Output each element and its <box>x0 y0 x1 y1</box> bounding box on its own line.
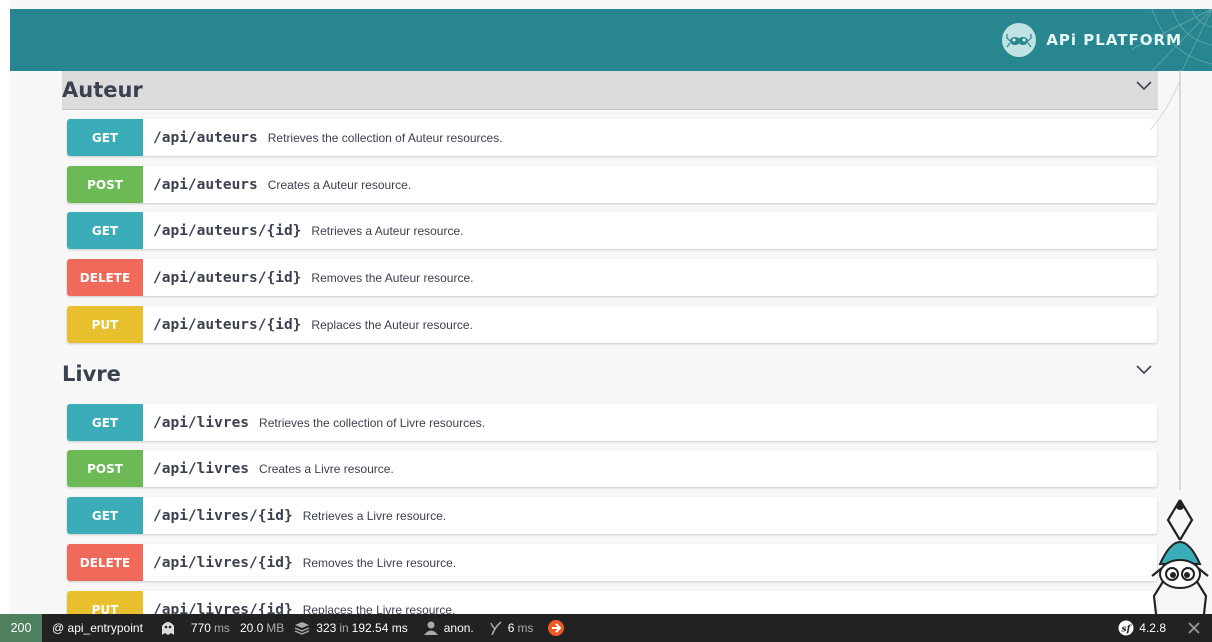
api-platform-logo[interactable]: APi PLATFORM <box>1002 23 1182 57</box>
debug-toolbar: 200 @ api_entrypoint 770 ms 20.0 MB 323 … <box>0 614 1212 642</box>
operation-summary: Removes the Auteur resource. <box>311 270 474 285</box>
close-toolbar-button[interactable] <box>1176 614 1212 642</box>
twig-item[interactable]: 6 ms <box>490 621 534 635</box>
operation-summary: Removes the Livre resource. <box>302 555 457 570</box>
operation-path: /api/auteurs/{id} <box>153 222 302 239</box>
user-name: anon. <box>443 621 474 635</box>
operation-summary: Creates a Auteur resource. <box>267 177 412 192</box>
ghost-icon[interactable] <box>161 620 175 636</box>
spider-mascot-icon <box>1151 499 1209 614</box>
twig-unit: ms <box>517 621 534 635</box>
method-badge: POST <box>67 166 143 203</box>
user-item[interactable]: anon. <box>423 621 474 635</box>
route-item[interactable]: @ api_entrypoint <box>52 621 143 635</box>
spider-logo-icon <box>1002 23 1037 57</box>
operation-path: /api/livres <box>153 414 250 431</box>
operation-get-auteur-id[interactable]: GET /api/auteurs/{id} Retrieves a Auteur… <box>67 212 1157 249</box>
database-icon <box>295 622 310 635</box>
operation-post-livres[interactable]: POST /api/livres Creates a Livre resourc… <box>67 450 1157 487</box>
operation-path: /api/livres/{id} <box>153 554 293 571</box>
operation-put-auteur-id[interactable]: PUT /api/auteurs/{id} Replaces the Auteu… <box>67 306 1157 343</box>
operation-get-livres[interactable]: GET /api/livres Retrieves the collection… <box>67 404 1157 441</box>
method-badge: GET <box>67 119 143 156</box>
db-time: 192.54 ms <box>351 621 408 635</box>
operation-summary: Retrieves a Auteur resource. <box>311 223 464 238</box>
symfony-version: 4.2.8 <box>1139 621 1166 635</box>
operation-get-livre-id[interactable]: GET /api/livres/{id} Retrieves a Livre r… <box>67 497 1157 534</box>
time-item[interactable]: 770 ms <box>191 621 230 635</box>
left-strip <box>0 0 10 642</box>
operation-summary: Creates a Livre resource. <box>259 461 394 476</box>
method-badge: DELETE <box>67 259 143 296</box>
twig-icon <box>490 621 502 635</box>
operation-get-auteurs[interactable]: GET /api/auteurs Retrieves the collectio… <box>67 119 1157 156</box>
memory-unit: MB <box>266 621 285 635</box>
close-icon <box>1188 622 1200 634</box>
operation-delete-auteur-id[interactable]: DELETE /api/auteurs/{id} Removes the Aut… <box>67 259 1157 296</box>
operation-path: /api/auteurs <box>153 176 258 193</box>
status-code-badge[interactable]: 200 <box>0 614 42 642</box>
time-unit: ms <box>213 621 230 635</box>
database-item[interactable]: 323 in 192.54 ms <box>294 621 408 635</box>
db-in-label: in <box>339 621 349 635</box>
twig-value: 6 <box>507 621 515 635</box>
section-title: Auteur <box>62 78 143 102</box>
section-header-livre[interactable]: Livre <box>62 355 1158 393</box>
operation-summary: Retrieves the collection of Auteur resou… <box>267 130 503 145</box>
operation-path: /api/auteurs/{id} <box>153 269 302 286</box>
operation-path: /api/auteurs/{id} <box>153 316 302 333</box>
operation-summary: Retrieves the collection of Livre resour… <box>259 415 486 430</box>
top-header: APi PLATFORM <box>10 9 1212 71</box>
operation-delete-livre-id[interactable]: DELETE /api/livres/{id} Removes the Livr… <box>67 544 1157 581</box>
operation-summary: Replaces the Auteur resource. <box>311 317 473 332</box>
method-badge: GET <box>67 212 143 249</box>
api-platform-toolbar-icon[interactable] <box>547 619 565 637</box>
operation-post-auteurs[interactable]: POST /api/auteurs Creates a Auteur resou… <box>67 166 1157 203</box>
method-badge: PUT <box>67 306 143 343</box>
route-label: @ api_entrypoint <box>52 621 143 635</box>
user-icon <box>423 621 438 635</box>
method-badge: POST <box>67 450 143 487</box>
memory-item[interactable]: 20.0 MB <box>240 621 284 635</box>
method-badge: GET <box>67 497 143 534</box>
operation-path: /api/livres <box>153 460 250 477</box>
section-header-auteur[interactable]: Auteur <box>62 71 1158 110</box>
symfony-version-item[interactable]: sf 4.2.8 <box>1118 620 1166 636</box>
section-title: Livre <box>62 362 121 386</box>
method-badge: GET <box>67 404 143 441</box>
operation-path: /api/auteurs <box>153 129 258 146</box>
time-value: 770 <box>190 621 211 635</box>
symfony-icon: sf <box>1118 620 1134 636</box>
logo-text: APi PLATFORM <box>1046 31 1182 49</box>
memory-value: 20.0 <box>239 621 264 635</box>
method-badge: DELETE <box>67 544 143 581</box>
operation-path: /api/livres/{id} <box>153 507 293 524</box>
operation-summary: Retrieves a Livre resource. <box>302 508 447 523</box>
db-query-count: 323 <box>316 621 337 635</box>
